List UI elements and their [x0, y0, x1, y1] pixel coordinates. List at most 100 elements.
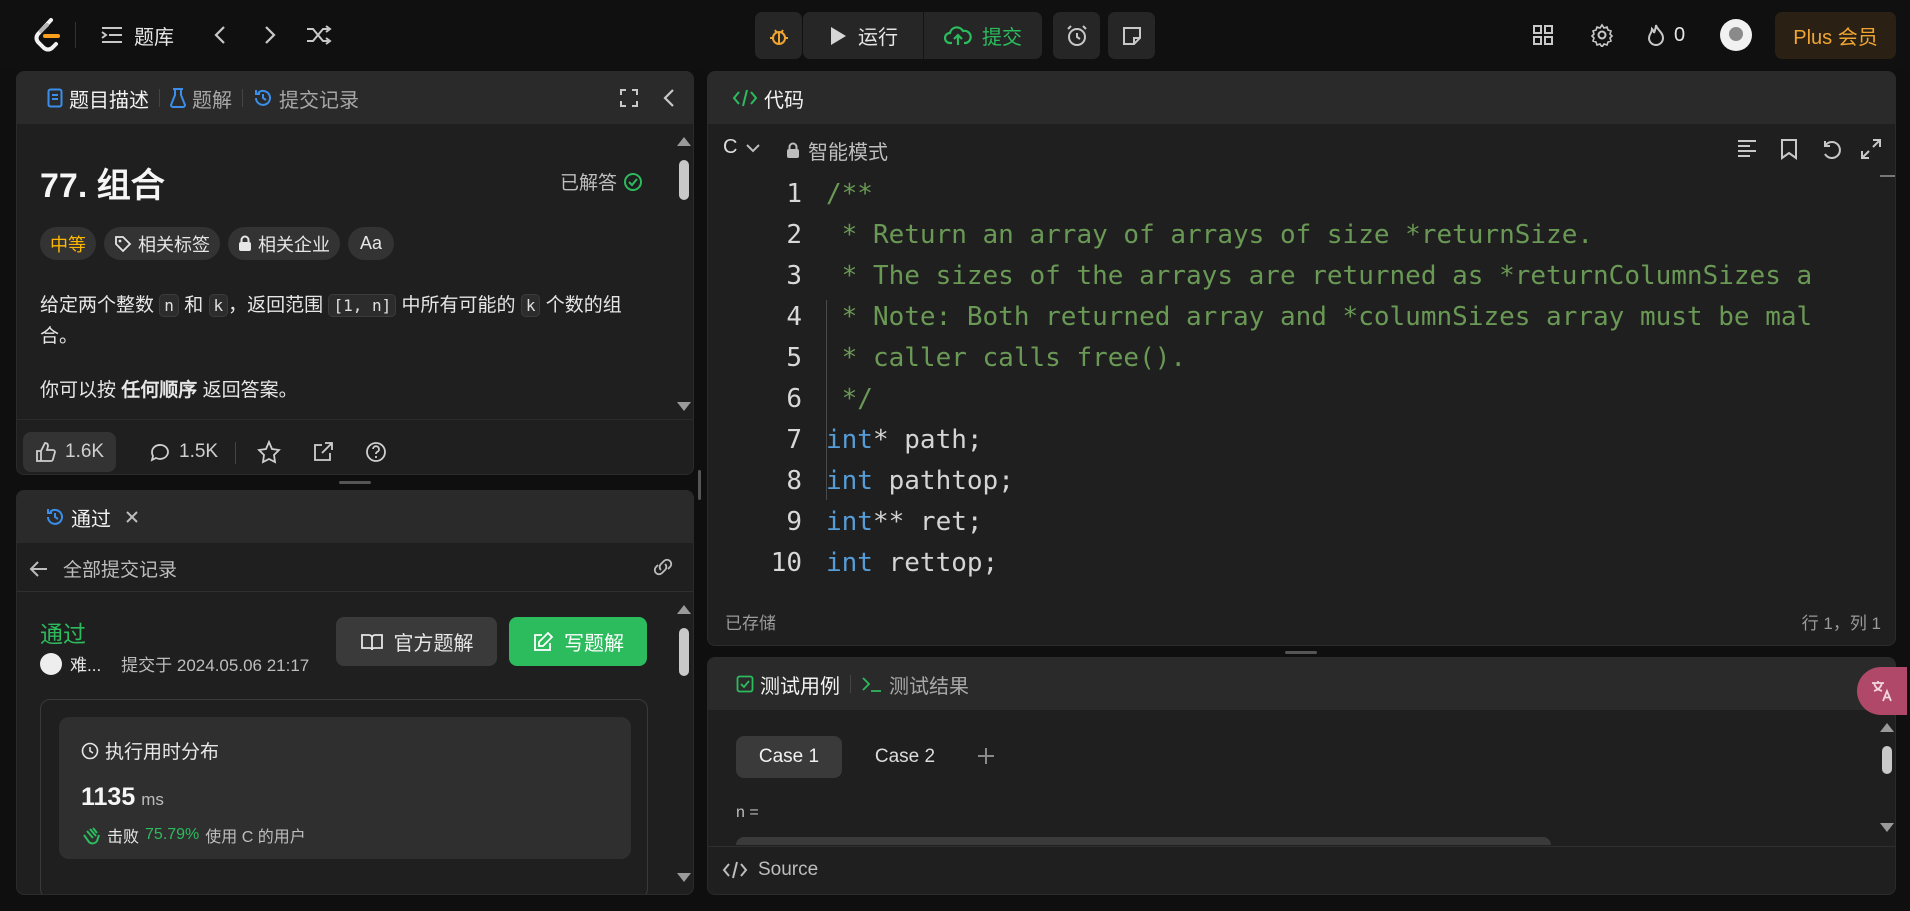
code-line[interactable]: 1 /** — [708, 174, 1895, 215]
testcase-tabs: 测试用例 测试结果 — [708, 658, 1895, 710]
official-solution-button[interactable]: 官方题解 — [336, 617, 497, 666]
like-button[interactable]: 1.6K — [23, 432, 117, 472]
problem-statement-order: 你可以按 任何顺序 返回答案。 — [40, 380, 298, 401]
collapse-button[interactable] — [663, 88, 675, 108]
runtime-value-row: 1135 ms — [81, 783, 164, 812]
tab-accepted[interactable]: 通过 — [35, 503, 149, 532]
debug-button[interactable] — [755, 12, 802, 59]
scroll-up-arrow[interactable] — [677, 605, 691, 614]
vertical-resize-handle[interactable] — [698, 470, 701, 500]
tab-test-result[interactable]: 测试结果 — [851, 670, 979, 699]
code-line[interactable]: 9 int** ret; — [708, 502, 1895, 543]
write-solution-button[interactable]: 写题解 — [509, 617, 647, 666]
tab-description[interactable]: 题目描述 — [37, 84, 159, 113]
submission-scrollbar[interactable] — [679, 628, 689, 676]
bug-icon — [767, 24, 791, 48]
code-line[interactable]: 5 * caller calls free(). — [708, 338, 1895, 379]
format-button[interactable] — [1736, 138, 1758, 158]
description-scrollbar[interactable] — [679, 160, 689, 200]
runtime-title-label: 执行用时分布 — [105, 742, 220, 763]
code-text: * Return an array of arrays of size *ret… — [826, 215, 1593, 256]
tab-submissions[interactable]: 提交记录 — [243, 84, 369, 113]
comments-button[interactable]: 1.5K — [137, 432, 230, 472]
external-link-icon — [311, 440, 335, 464]
tab-testcase[interactable]: 测试用例 — [726, 670, 850, 699]
problem-list-button[interactable]: 题库 — [100, 20, 174, 50]
tab-solutions[interactable]: 题解 — [160, 84, 242, 113]
leetcode-logo[interactable] — [30, 17, 66, 53]
checkbox-icon — [736, 675, 754, 693]
share-button[interactable] — [311, 440, 335, 464]
maximize-button[interactable] — [619, 88, 639, 108]
solved-status: 已解答 — [560, 168, 643, 195]
smart-mode-toggle[interactable]: 智能模式 — [786, 136, 888, 165]
testcase-scrollbar[interactable] — [1882, 746, 1892, 774]
code-line[interactable]: 10 int rettop; — [708, 543, 1895, 578]
copy-link-button[interactable] — [651, 557, 675, 577]
editor-resize-handle[interactable] — [1285, 651, 1317, 654]
font-size-button[interactable]: Aa — [348, 227, 395, 260]
inline-code: k — [208, 294, 229, 317]
related-companies-button[interactable]: 相关企业 — [228, 227, 340, 260]
username[interactable]: 难... — [70, 651, 101, 676]
like-count: 1.6K — [65, 441, 105, 462]
code-line[interactable]: 8 int pathtop; — [708, 461, 1895, 502]
prev-problem-button[interactable] — [205, 20, 235, 50]
code-panel: 代码 C 智能模式 1 /** 2 * Return an array of arr… — [707, 71, 1896, 646]
scroll-down-arrow[interactable] — [677, 402, 691, 411]
code-line[interactable]: 6 */ — [708, 379, 1895, 420]
notes-button[interactable] — [1108, 12, 1155, 59]
code-line[interactable]: 4 * Note: Both returned array and *colum… — [708, 297, 1895, 338]
streak-counter[interactable]: 0 — [1646, 20, 1685, 50]
play-icon — [828, 25, 848, 47]
related-companies-label: 相关企业 — [258, 234, 330, 255]
translate-floating-button[interactable] — [1857, 667, 1907, 715]
timer-button[interactable] — [1053, 12, 1100, 59]
source-toggle[interactable]: Source — [722, 859, 818, 881]
code-line[interactable]: 3 * The sizes of the arrays are returned… — [708, 256, 1895, 297]
code-token: * path; — [872, 425, 983, 455]
code-editor[interactable]: 1 /** 2 * Return an array of arrays of siz… — [708, 172, 1895, 578]
reset-button[interactable] — [1820, 138, 1842, 160]
param-input[interactable] — [736, 837, 1551, 845]
line-number: 5 — [786, 343, 802, 373]
horizontal-resize-handle[interactable] — [339, 481, 371, 484]
case-2-tab[interactable]: Case 2 — [852, 736, 958, 778]
add-case-button[interactable] — [976, 746, 996, 766]
thumbs-up-icon — [35, 441, 57, 463]
run-button[interactable]: 运行 — [803, 12, 923, 59]
help-button[interactable] — [364, 440, 388, 464]
favorite-button[interactable] — [257, 440, 281, 464]
language-select[interactable]: C — [723, 136, 761, 159]
avatar[interactable] — [40, 652, 62, 675]
tab-code[interactable]: 代码 — [722, 84, 814, 113]
scroll-down-arrow[interactable] — [1880, 823, 1894, 832]
case-1-tab[interactable]: Case 1 — [736, 736, 842, 778]
scroll-up-arrow[interactable] — [1880, 723, 1894, 732]
indent-guide — [826, 300, 827, 500]
edit-icon — [532, 631, 554, 653]
scroll-up-arrow[interactable] — [677, 137, 691, 146]
avatar[interactable] — [1720, 19, 1752, 51]
bookmark-button[interactable] — [1780, 138, 1798, 160]
back-to-submissions[interactable]: 全部提交记录 — [29, 555, 177, 582]
code-text: /** — [826, 174, 873, 215]
submit-button[interactable]: 提交 — [923, 12, 1042, 59]
editor-scroll-indicator[interactable] — [1880, 175, 1895, 177]
close-icon[interactable] — [125, 510, 139, 524]
scroll-down-arrow[interactable] — [677, 873, 691, 882]
layout-button[interactable] — [1528, 20, 1558, 50]
chevron-left-icon — [213, 25, 227, 45]
code-line[interactable]: 7 int* path; — [708, 420, 1895, 461]
cloud-upload-icon — [944, 25, 972, 47]
random-problem-button[interactable] — [302, 20, 336, 50]
fullscreen-button[interactable] — [1860, 138, 1882, 160]
code-line[interactable]: 2 * Return an array of arrays of size *r… — [708, 215, 1895, 256]
next-problem-button[interactable] — [255, 20, 285, 50]
settings-button[interactable] — [1587, 20, 1617, 50]
code-token: */ — [826, 384, 873, 414]
runtime-card[interactable]: 执行用时分布 1135 ms 击败 75.79% 使用 C 的用户 — [59, 717, 631, 859]
related-tags-button[interactable]: 相关标签 — [104, 227, 220, 260]
code-token: rettop; — [872, 548, 999, 578]
plus-membership-button[interactable]: Plus 会员 — [1775, 12, 1896, 59]
